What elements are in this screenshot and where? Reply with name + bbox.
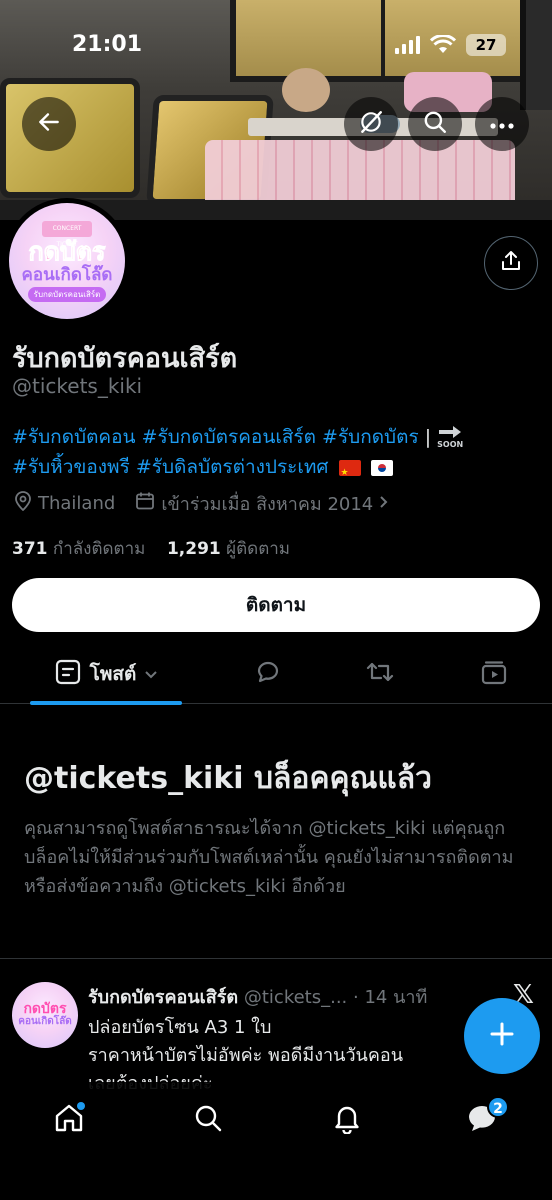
profile-location: Thailand <box>14 491 115 516</box>
follow-stats: 371 กำลังติดตาม 1,291 ผู้ติดตาม <box>12 535 290 562</box>
soon-label: SOON <box>437 440 464 449</box>
media-icon <box>480 658 508 690</box>
bio-line-2: #รับหิ้วของพรี #รับดิลบัตรต่างประเทศ <box>12 452 542 488</box>
hashtag-link[interactable]: #รับกดบัตร <box>322 426 419 448</box>
korea-flag-icon <box>370 459 393 476</box>
calendar-icon <box>135 491 155 516</box>
bio-line-1: #รับกดบัตคอน #รับกดบัตรคอนเสิร์ต #รับกดบ… <box>12 422 542 452</box>
profile-bio: #รับกดบัตคอน #รับกดบัตรคอนเสิร์ต #รับกดบ… <box>12 422 542 488</box>
avatar-text-line1: กดบัตร <box>28 236 106 266</box>
tweet-text-line: ปล่อยบัตรโซน A3 1 ใบ <box>88 1017 272 1038</box>
reply-icon <box>254 658 282 690</box>
profile-avatar[interactable]: CONCERT TICKET กดบัตร คอนเกิดโล๊ด รับกดบ… <box>4 198 130 324</box>
tweet-text-line: ราคาหน้าบัตรไม่อัพค่ะ พอดีมีงานวันคอน <box>88 1045 404 1066</box>
profile-handle: @tickets_kiki <box>12 374 143 398</box>
grok-icon <box>358 109 384 139</box>
repost-icon <box>365 658 395 690</box>
hashtag-link[interactable]: #รับกดบัตรคอนเสิร์ต <box>142 426 316 448</box>
followers-count: 1,291 <box>166 539 221 559</box>
avatar-text-line2: คอนเกิดโล๊ด <box>21 264 113 285</box>
tweet-avatar-line2: คอนเกิดโล๊ด <box>18 1016 72 1027</box>
bio-separator: | <box>424 426 432 448</box>
profile-meta: Thailand เข้าร่วมเมื่อ สิงหาคม 2014 <box>14 489 409 518</box>
more-horizontal-icon <box>489 115 515 134</box>
nav-notifications[interactable] <box>327 1100 367 1140</box>
plus-icon <box>488 1020 516 1052</box>
share-icon <box>499 249 523 277</box>
avatar-ticket-graphic: CONCERT TICKET <box>42 220 92 248</box>
bell-icon <box>331 1102 363 1138</box>
hashtag-link[interactable]: #รับกดบัตคอน <box>12 426 136 448</box>
tweet-timestamp: · 14 นาที <box>353 987 428 1008</box>
messages-badge: 2 <box>487 1096 509 1118</box>
hashtag-link[interactable]: #รับหิ้วของพรี <box>12 456 130 478</box>
tweet-header: รับกดบัตรคอนเสิร์ต @tickets_... · 14 นาท… <box>88 982 427 1011</box>
blocked-description: คุณสามารถดูโพสต์สาธารณะได้จาก @tickets_k… <box>24 818 514 897</box>
search-button[interactable] <box>408 97 462 151</box>
tweet-author-name[interactable]: รับกดบัตรคอนเสิร์ต <box>88 987 238 1008</box>
status-bar: 21:01 27 <box>0 30 552 60</box>
wifi-icon <box>429 34 457 59</box>
profile-display-name: รับกดบัตรคอนเสิร์ต <box>12 343 238 374</box>
joined-text: เข้าร่วมเมื่อ สิงหาคม 2014 <box>161 494 374 515</box>
compose-button[interactable] <box>464 998 540 1074</box>
tab-media[interactable] <box>478 658 510 690</box>
following-label: กำลังติดตาม <box>52 539 146 559</box>
followers-label: ผู้ติดตาม <box>226 539 290 559</box>
more-button[interactable] <box>475 97 529 151</box>
following-link[interactable]: 371 กำลังติดตาม <box>12 539 145 559</box>
posts-icon <box>54 658 82 690</box>
grok-button[interactable] <box>344 97 398 151</box>
follow-button[interactable]: ติดตาม <box>12 578 540 632</box>
avatar-pill: รับกดบัตรคอนเสิร์ต <box>27 286 107 302</box>
bottom-navigation: 2 <box>0 1082 552 1200</box>
following-count: 371 <box>12 539 48 559</box>
arrow-left-icon <box>36 109 62 139</box>
followers-link[interactable]: 1,291 ผู้ติดตาม <box>167 539 290 559</box>
tab-reposts[interactable] <box>364 658 396 690</box>
profile-joined[interactable]: เข้าร่วมเมื่อ สิงหาคม 2014 <box>135 489 389 518</box>
chevron-right-icon <box>379 493 389 514</box>
tweet-avatar[interactable]: กดบัตร คอนเกิดโล๊ด <box>12 982 78 1048</box>
china-flag-icon <box>338 458 361 488</box>
share-button[interactable] <box>484 236 538 290</box>
chevron-down-icon <box>144 665 158 684</box>
banner-plush <box>282 68 330 112</box>
home-notification-dot <box>77 1102 85 1110</box>
tab-posts-label: โพสต์ <box>89 663 137 685</box>
hashtag-link[interactable]: #รับดิลบัตรต่างประเทศ <box>136 456 329 478</box>
location-pin-icon <box>14 491 32 516</box>
location-text: Thailand <box>38 493 116 514</box>
profile-tabs: โพสต์ <box>0 644 552 705</box>
status-time: 21:01 <box>72 32 143 57</box>
nav-home[interactable] <box>49 1100 89 1140</box>
signal-icon <box>395 36 421 58</box>
tab-posts[interactable]: โพสต์ <box>30 644 182 705</box>
tweet-author-handle[interactable]: @tickets_... <box>244 987 347 1008</box>
search-icon <box>192 1102 224 1138</box>
blocked-title: @tickets_kiki บล็อคคุณแล้ว <box>24 761 432 796</box>
tweet-avatar-line1: กดบัตร <box>23 1001 67 1017</box>
search-icon <box>422 109 448 139</box>
back-button[interactable] <box>22 97 76 151</box>
nav-messages[interactable]: 2 <box>463 1096 509 1140</box>
tab-replies[interactable] <box>252 658 284 690</box>
divider <box>0 958 552 959</box>
battery-indicator: 27 <box>466 34 506 56</box>
avatar-image: CONCERT TICKET กดบัตร คอนเกิดโล๊ด รับกดบ… <box>9 203 125 319</box>
soon-arrow-icon: SOON <box>437 426 463 449</box>
nav-search[interactable] <box>188 1100 228 1140</box>
